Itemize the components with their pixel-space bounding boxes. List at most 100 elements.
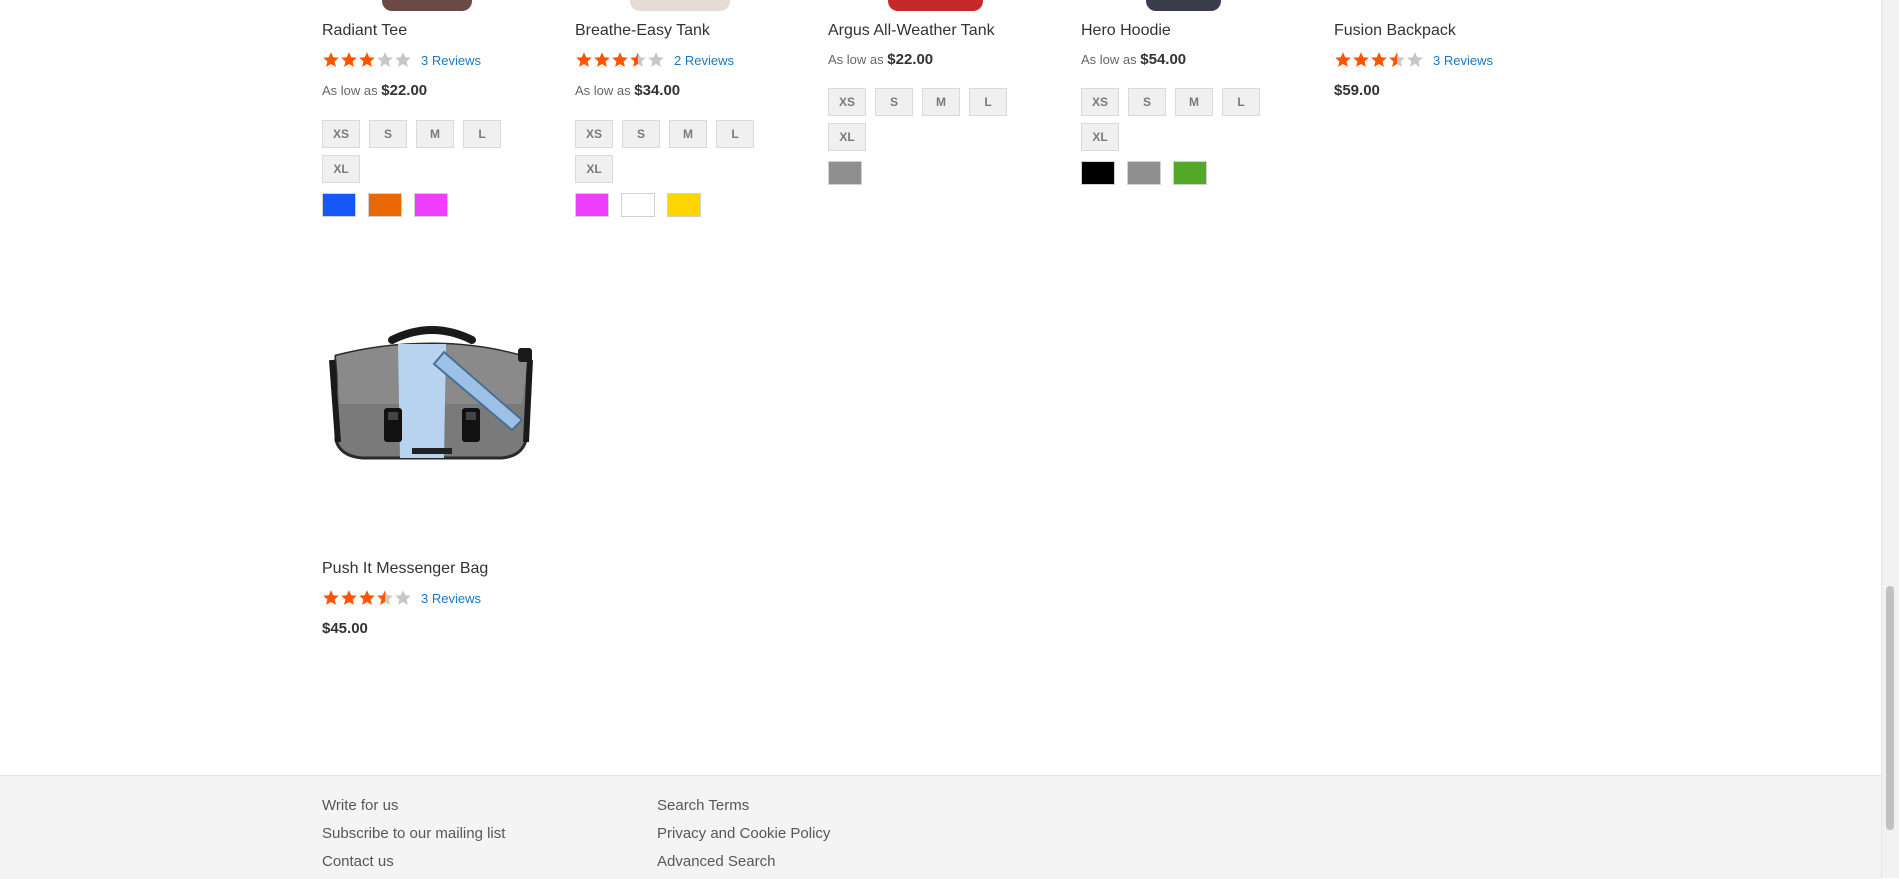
product-image-messenger-bag[interactable] <box>322 300 542 540</box>
color-swatch[interactable] <box>1081 161 1115 185</box>
size-option-xs[interactable]: XS <box>575 120 613 148</box>
size-option-xl[interactable]: XL <box>322 155 360 183</box>
rating-row: 3 Reviews <box>322 588 542 608</box>
price-label: As low as <box>828 52 884 67</box>
size-option-m[interactable]: M <box>416 120 454 148</box>
page-footer: Write for us Subscribe to our mailing li… <box>0 775 1882 879</box>
product-name[interactable]: Fusion Backpack <box>1334 21 1554 41</box>
product-item: Argus All-Weather Tank As low as $22.00 … <box>828 21 1048 185</box>
price-box: $59.00 <box>1334 82 1554 100</box>
price-amount: $22.00 <box>381 82 428 99</box>
star-icon <box>1371 52 1387 67</box>
price-label: As low as <box>322 83 378 98</box>
star-icon <box>1407 52 1423 67</box>
color-swatch[interactable] <box>368 193 402 217</box>
color-options <box>575 193 795 217</box>
color-swatch[interactable] <box>621 193 655 217</box>
product-name[interactable]: Hero Hoodie <box>1081 21 1301 41</box>
size-option-s[interactable]: S <box>875 88 913 116</box>
star-icon <box>323 590 339 605</box>
product-image-radiant-tee[interactable] <box>322 0 542 11</box>
size-options: XS S M L XL <box>322 120 522 190</box>
footer-link-search-terms[interactable]: Search Terms <box>657 796 749 816</box>
star-icon <box>1389 52 1405 67</box>
size-option-l[interactable]: L <box>716 120 754 148</box>
star-icon <box>1353 52 1369 67</box>
size-option-xl[interactable]: XL <box>1081 123 1119 151</box>
price-box: As low as $22.00 <box>828 51 1048 69</box>
rating-row: 2 Reviews <box>575 50 795 70</box>
size-option-xs[interactable]: XS <box>828 88 866 116</box>
size-option-l[interactable]: L <box>969 88 1007 116</box>
product-name[interactable]: Push It Messenger Bag <box>322 559 542 579</box>
star-icon <box>630 52 646 67</box>
reviews-link[interactable]: 2 Reviews <box>674 53 734 68</box>
product-image-argus-tank[interactable] <box>828 0 1048 11</box>
price-amount: $45.00 <box>322 620 368 637</box>
price-label: As low as <box>1081 52 1137 67</box>
size-options: XS S M L XL <box>575 120 775 190</box>
color-swatch[interactable] <box>667 193 701 217</box>
footer-link-advanced-search[interactable]: Advanced Search <box>657 852 775 872</box>
price-box: As low as $22.00 <box>322 82 542 100</box>
color-options <box>828 161 1048 185</box>
rating-row: 3 Reviews <box>1334 50 1554 70</box>
color-swatch[interactable] <box>414 193 448 217</box>
star-icon <box>323 52 339 67</box>
reviews-link[interactable]: 3 Reviews <box>421 591 481 606</box>
star-icon <box>359 52 375 67</box>
reviews-link[interactable]: 3 Reviews <box>1433 53 1493 68</box>
size-option-xs[interactable]: XS <box>322 120 360 148</box>
scrollbar-thumb[interactable] <box>1886 586 1894 830</box>
size-option-xl[interactable]: XL <box>828 123 866 151</box>
size-option-l[interactable]: L <box>1222 88 1260 116</box>
rating-stars <box>322 51 412 69</box>
color-swatch[interactable] <box>1127 161 1161 185</box>
color-swatch[interactable] <box>322 193 356 217</box>
size-option-m[interactable]: M <box>669 120 707 148</box>
star-icon <box>594 52 610 67</box>
product-image-breathe-easy-tank[interactable] <box>575 0 795 11</box>
page-scrollbar[interactable] <box>1881 0 1899 878</box>
size-option-s[interactable]: S <box>369 120 407 148</box>
size-option-l[interactable]: L <box>463 120 501 148</box>
price-amount: $59.00 <box>1334 82 1380 99</box>
messenger-bag-image <box>329 326 533 460</box>
price-amount: $22.00 <box>887 51 934 68</box>
star-icon <box>377 590 393 605</box>
star-icon <box>395 590 411 605</box>
star-icon <box>648 52 664 67</box>
footer-link-privacy-policy[interactable]: Privacy and Cookie Policy <box>657 824 830 844</box>
size-option-s[interactable]: S <box>1128 88 1166 116</box>
size-options: XS S M L XL <box>1081 88 1281 158</box>
color-swatch[interactable] <box>1173 161 1207 185</box>
color-swatch[interactable] <box>828 161 862 185</box>
product-name[interactable]: Radiant Tee <box>322 21 542 41</box>
price-box: As low as $54.00 <box>1081 51 1301 69</box>
star-icon <box>612 52 628 67</box>
size-option-m[interactable]: M <box>1175 88 1213 116</box>
size-option-xs[interactable]: XS <box>1081 88 1119 116</box>
rating-stars <box>322 589 412 607</box>
reviews-link[interactable]: 3 Reviews <box>421 53 481 68</box>
size-option-s[interactable]: S <box>622 120 660 148</box>
star-icon <box>395 52 411 67</box>
star-icon <box>377 52 393 67</box>
rating-stars <box>1334 51 1424 69</box>
footer-link-subscribe[interactable]: Subscribe to our mailing list <box>322 824 505 844</box>
product-name[interactable]: Breathe-Easy Tank <box>575 21 795 41</box>
rating-row: 3 Reviews <box>322 50 542 70</box>
product-name[interactable]: Argus All-Weather Tank <box>828 21 1048 41</box>
star-icon <box>576 52 592 67</box>
size-option-m[interactable]: M <box>922 88 960 116</box>
product-item: Push It Messenger Bag 3 Reviews $45.00 <box>322 559 542 638</box>
price-amount: $34.00 <box>634 82 681 99</box>
product-image-hero-hoodie[interactable] <box>1081 0 1301 11</box>
star-icon <box>1335 52 1351 67</box>
footer-link-contact-us[interactable]: Contact us <box>322 852 394 872</box>
product-item: Breathe-Easy Tank 2 Reviews As low as $3… <box>575 21 795 217</box>
footer-link-write-for-us[interactable]: Write for us <box>322 796 398 816</box>
size-option-xl[interactable]: XL <box>575 155 613 183</box>
star-icon <box>341 590 357 605</box>
color-swatch[interactable] <box>575 193 609 217</box>
